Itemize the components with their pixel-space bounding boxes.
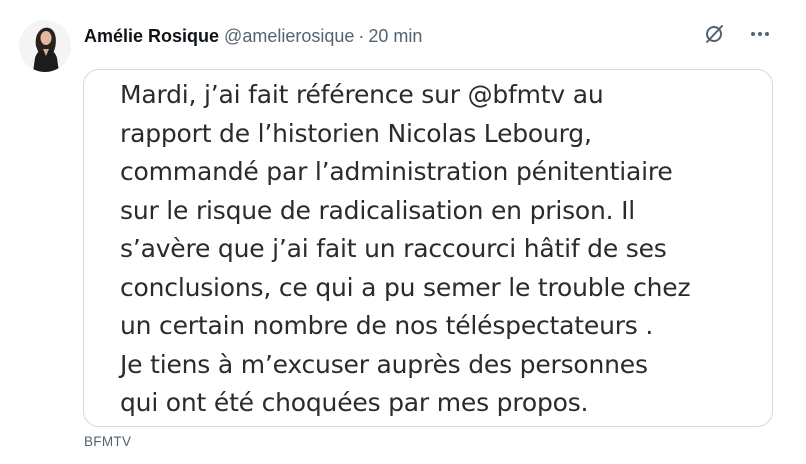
statement-line: Je tiens à m’excuser auprès des personne… (120, 349, 648, 379)
author-name[interactable]: Amélie Rosique (84, 26, 219, 47)
grok-icon[interactable] (702, 22, 726, 46)
statement-line: sur le risque de radicalisation en priso… (120, 195, 636, 225)
statement-line: s’avère que j’ai fait un raccourci hâtif… (120, 234, 667, 263)
avatar[interactable] (19, 20, 71, 72)
author-handle[interactable]: @amelierosique (224, 26, 354, 47)
more-options-icon[interactable] (748, 22, 772, 46)
tweet-header-actions (702, 22, 772, 46)
statement-line: un certain nombre de nos téléspectateurs… (120, 311, 654, 340)
tweet-timestamp[interactable]: 20 min (368, 26, 422, 47)
statement-line: conclusions, ce qui a pu semer le troubl… (120, 272, 691, 302)
statement-line: qui ont été choquées par mes propos. (120, 388, 589, 417)
tweet: Amélie Rosique @amelierosique · 20 min M… (0, 0, 806, 464)
media-source-label: BFMTV (84, 434, 132, 449)
statement-line: Mardi, j’ai fait référence sur @bfmtv au (120, 80, 604, 109)
statement-line: commandé par l’administration pénitentia… (120, 157, 673, 186)
tweet-header: Amélie Rosique @amelierosique · 20 min (84, 24, 422, 48)
separator-dot: · (358, 25, 365, 46)
avatar-photo (19, 20, 71, 72)
statement-text: Mardi, j’ai fait référence sur @bfmtv au… (120, 76, 760, 423)
tweet-media-image[interactable]: Mardi, j’ai fait référence sur @bfmtv au… (83, 69, 773, 427)
statement-line: rapport de l’historien Nicolas Lebourg, (120, 118, 592, 148)
